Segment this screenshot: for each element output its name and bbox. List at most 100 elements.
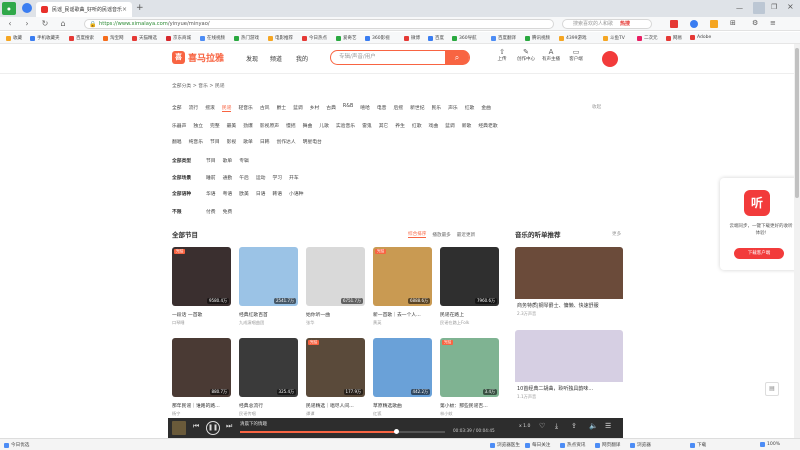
player-progress-bar[interactable] — [240, 431, 445, 433]
category-tag[interactable]: 全部 — [172, 104, 182, 112]
account-icon[interactable] — [22, 3, 32, 13]
album-author[interactable]: 林小蚊 — [440, 411, 499, 417]
toolbar-ext3-icon[interactable] — [710, 20, 718, 28]
settings-icon[interactable]: ⚙ — [752, 19, 758, 27]
category-tag[interactable]: 流行 — [189, 104, 199, 112]
album-card[interactable]: 2541.7万 经典红歌百首 九成演唱曲团 — [239, 247, 298, 326]
album-author[interactable]: 红狐 — [373, 411, 432, 417]
bookmark-item[interactable]: 4399游戏 — [559, 35, 586, 41]
feedback-icon[interactable]: ▤ — [765, 382, 779, 396]
category-tag[interactable]: 雷鬼 — [362, 122, 372, 129]
bookmark-item[interactable]: 微博 — [404, 35, 420, 41]
album-cover[interactable]: 完结 3.4万 — [440, 338, 499, 397]
crumb-folk[interactable]: 民谣 — [215, 84, 225, 89]
status-item[interactable]: 浏览器 — [630, 442, 651, 448]
forward-icon[interactable]: › — [22, 19, 32, 29]
album-cover[interactable]: 2541.7万 — [239, 247, 298, 306]
minimize-icon[interactable]: — — [736, 4, 743, 12]
album-cover[interactable]: 7960.6万 — [440, 247, 499, 306]
category-tag[interactable]: 民乐 — [432, 104, 442, 112]
bookmark-item[interactable]: 今日热点 — [302, 35, 327, 41]
filter-option[interactable]: 华语 — [206, 190, 216, 197]
category-tag[interactable]: 乐器声 — [172, 122, 186, 129]
collapse-link[interactable]: 收起 — [592, 104, 601, 110]
playlist-more-link[interactable]: 更多 — [612, 231, 621, 237]
category-tag[interactable]: 金曲 — [481, 104, 491, 112]
album-author[interactable]: 黄英 — [373, 320, 432, 326]
like-icon[interactable]: ♡ — [539, 422, 545, 430]
category-tag[interactable]: 舞曲 — [303, 122, 313, 129]
playlist-card[interactable]: 商务特质|钢琴爵士、慵懒、快速舒服 2.3万声音 — [515, 247, 623, 319]
album-cover[interactable]: 880.7万 — [172, 338, 231, 397]
bookmark-item[interactable]: 网易 — [666, 35, 682, 41]
album-author[interactable]: 口琴睡 — [172, 320, 231, 326]
category-tag[interactable]: 明星电台 — [303, 138, 322, 145]
filter-option[interactable]: 粤语 — [223, 190, 233, 197]
status-item[interactable]: 今日优选 — [4, 442, 29, 448]
album-title[interactable]: 新一首歌｜去一个人... — [373, 311, 432, 318]
filter-label[interactable]: 全部语种 — [172, 190, 196, 197]
category-tag[interactable]: 翻唱 — [172, 138, 182, 145]
nav-discover[interactable]: 发现 — [246, 54, 258, 63]
category-tag[interactable]: 古典 — [326, 104, 336, 112]
filter-label[interactable]: 不限 — [172, 208, 196, 215]
close-window-icon[interactable]: × — [787, 2, 794, 11]
status-item[interactable]: 网页翻译 — [595, 442, 620, 448]
category-tag[interactable]: 电音 — [377, 104, 387, 112]
category-tag[interactable]: 后摇 — [393, 104, 403, 112]
category-tag[interactable]: R&B — [343, 104, 353, 112]
filter-option[interactable]: 睡前 — [206, 174, 216, 181]
tab-active[interactable]: 民谣_民谣歌曲_好听的民谣音乐... × — [36, 2, 132, 17]
category-tag[interactable]: 红歌 — [465, 104, 475, 112]
album-title[interactable]: 一段话 一首歌 — [172, 311, 231, 318]
create-center-button[interactable]: ✎ 创作中心 — [516, 48, 536, 62]
volume-icon[interactable]: 🔈 — [589, 422, 598, 430]
scrollbar-thumb[interactable] — [795, 48, 799, 198]
category-tag[interactable]: 新歌 — [462, 122, 472, 129]
share-icon[interactable]: ⇪ — [571, 422, 577, 430]
album-cover[interactable]: 完结 6888.6万 — [373, 247, 432, 306]
bookmark-item[interactable]: 360影视 — [365, 35, 390, 41]
category-tag[interactable]: 红歌 — [412, 122, 422, 129]
album-cover[interactable]: 完结 9580.4万 — [172, 247, 231, 306]
category-tag[interactable]: 戏曲 — [429, 122, 439, 129]
album-title[interactable]: 始你听一曲 — [306, 311, 365, 318]
refresh-icon[interactable]: ↻ — [40, 19, 50, 29]
category-tag[interactable]: 儿歌 — [319, 122, 329, 129]
filter-option[interactable]: 节目 — [206, 157, 216, 164]
album-title[interactable]: 草原精选歌曲 — [373, 402, 432, 409]
category-tag[interactable]: 歌单 — [243, 138, 253, 145]
filter-label[interactable]: 全部场景 — [172, 174, 196, 181]
category-tag[interactable]: 创作达人 — [276, 138, 295, 145]
category-tag[interactable]: 新世纪 — [410, 104, 424, 112]
category-tag[interactable]: 乡村 — [310, 104, 320, 112]
filter-option[interactable]: 开车 — [289, 174, 299, 181]
bookmark-item[interactable]: 电影推荐 — [268, 35, 293, 41]
album-card[interactable]: 880.7万 那年民谣｜谁路的路... 杨宁 — [172, 338, 231, 417]
playlist-cover[interactable] — [515, 330, 623, 382]
close-tab-icon[interactable]: × — [122, 6, 127, 13]
bookmark-item[interactable]: Adobe — [690, 35, 711, 40]
back-icon[interactable]: ‹ — [5, 19, 15, 29]
playlist-card[interactable]: 10首经典二胡曲，聆听独具韵味... 1.1万声音 — [515, 330, 623, 402]
bookmark-item[interactable]: 百度 — [428, 35, 444, 41]
category-tag[interactable]: 独立 — [193, 122, 203, 129]
speed-button[interactable]: x 1.0 — [519, 424, 530, 429]
album-cover[interactable]: 完结 177.9万 — [306, 338, 365, 397]
filter-option[interactable]: 学习 — [272, 174, 282, 181]
album-card[interactable]: 完结 9580.4万一段话 一首歌 口琴睡 — [172, 247, 231, 326]
bookmark-item[interactable]: 天猫精选 — [132, 35, 157, 41]
bookmark-item[interactable]: 收藏 — [6, 35, 22, 41]
status-item[interactable]: 浏览器医生 — [490, 442, 520, 448]
playlist-name[interactable]: 商务特质|钢琴爵士、慵懒、快速舒服 — [515, 299, 623, 309]
category-tag[interactable]: 古风 — [260, 104, 270, 112]
album-cover[interactable]: 6751.7万 — [306, 247, 365, 306]
filter-option[interactable]: 欧美 — [239, 190, 249, 197]
category-tag[interactable]: 劲爆 — [243, 122, 253, 129]
filter-option[interactable]: 专辑 — [239, 157, 249, 164]
player-progress-knob[interactable] — [393, 429, 399, 434]
bookmark-item[interactable]: 淘宝网 — [103, 35, 124, 41]
avatar[interactable] — [602, 51, 618, 67]
bookmark-item[interactable]: 二次元 — [637, 35, 658, 41]
category-tag[interactable]: 养生 — [395, 122, 405, 129]
